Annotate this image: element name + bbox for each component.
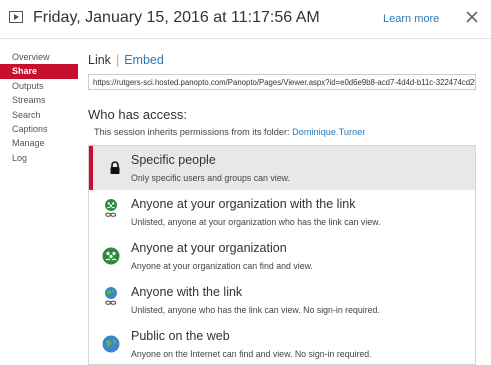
access-option-anyone-with-link[interactable]: Anyone with the link Unlisted, anyone wh…: [89, 278, 475, 322]
lock-icon: [110, 161, 120, 174]
organization-icon: [102, 247, 120, 265]
access-options-list: Specific people Only specific users and …: [88, 145, 476, 365]
option-title: Public on the web: [131, 329, 230, 343]
globe-icon: [102, 335, 120, 353]
video-icon: [9, 11, 23, 23]
learn-more-link[interactable]: Learn more: [383, 13, 439, 25]
option-title: Anyone with the link: [131, 285, 243, 299]
sidebar-item-log[interactable]: Log: [0, 151, 78, 165]
option-description: Unlisted, anyone at your organization wh…: [131, 217, 381, 227]
link-url-field[interactable]: https://rutgers-sci.hosted.panopto.com/P…: [88, 74, 476, 90]
globe-link-icon: [105, 287, 117, 305]
sidebar-item-captions[interactable]: Captions: [0, 122, 78, 136]
option-description: Unlisted, anyone who has the link can vi…: [131, 305, 380, 315]
session-title: Friday, January 15, 2016 at 11:17:56 AM: [33, 9, 320, 26]
inherit-text: This session inherits permissions from i…: [94, 127, 293, 137]
access-option-org[interactable]: Anyone at your organization Anyone at yo…: [89, 234, 475, 278]
sidebar-item-outputs[interactable]: Outputs: [0, 79, 78, 93]
access-option-public[interactable]: Public on the web Anyone on the Internet…: [89, 322, 475, 364]
option-description: Anyone on the Internet can find and view…: [131, 349, 372, 359]
folder-link[interactable]: Dominique.Turner: [292, 127, 365, 137]
close-icon[interactable]: [466, 11, 478, 23]
dialog-header: Friday, January 15, 2016 at 11:17:56 AM …: [0, 0, 491, 38]
option-title: Anyone at your organization: [131, 241, 287, 255]
inherit-notice: This session inherits permissions from i…: [94, 127, 365, 137]
tab-link[interactable]: Link: [88, 53, 111, 67]
option-description: Only specific users and groups can view.: [131, 173, 290, 183]
header-divider: [0, 38, 491, 39]
sidebar-item-search[interactable]: Search: [0, 108, 78, 122]
option-title: Anyone at your organization with the lin…: [131, 197, 356, 211]
option-title: Specific people: [131, 153, 216, 167]
access-option-org-with-link[interactable]: Anyone at your organization with the lin…: [89, 190, 475, 234]
sidebar-item-manage[interactable]: Manage: [0, 136, 78, 150]
share-tabs: Link | Embed: [88, 53, 164, 67]
sidebar: Overview Share Outputs Streams Search Ca…: [0, 50, 78, 165]
tab-embed[interactable]: Embed: [124, 53, 164, 67]
sidebar-item-overview[interactable]: Overview: [0, 50, 78, 64]
sidebar-item-streams[interactable]: Streams: [0, 93, 78, 107]
access-option-specific-people[interactable]: Specific people Only specific users and …: [89, 146, 475, 190]
sidebar-item-share[interactable]: Share: [0, 64, 78, 79]
option-description: Anyone at your organization can find and…: [131, 261, 313, 271]
access-heading: Who has access:: [88, 107, 187, 122]
tab-separator: |: [115, 53, 120, 67]
organization-link-icon: [105, 199, 117, 217]
